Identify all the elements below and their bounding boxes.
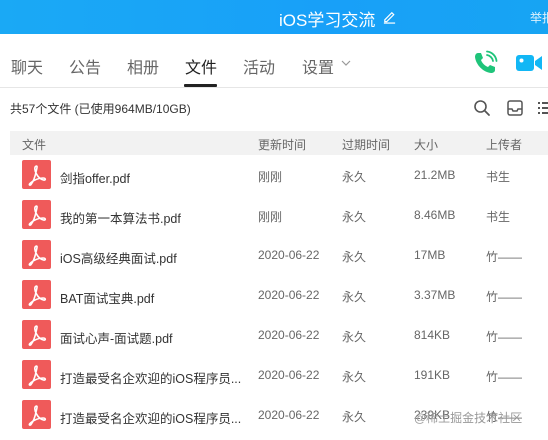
uploader-name[interactable]: 竹—— [486, 288, 522, 305]
phone-icon[interactable] [472, 50, 498, 76]
file-size: 8.46MB [414, 208, 456, 222]
expire-time: 永久 [342, 290, 367, 304]
expire-time: 永久 [342, 210, 367, 224]
file-name[interactable]: BAT面试宝典.pdf [60, 288, 154, 307]
expire-time: 永久 [342, 410, 367, 424]
updated-time: 刚刚 [258, 210, 283, 224]
tab-bar: 聊天 公告 相册 文件 活动 设置 [0, 34, 548, 88]
pdf-file-icon [22, 240, 51, 269]
search-icon[interactable] [473, 99, 491, 117]
uploader-name[interactable]: 书生 [486, 168, 510, 185]
video-camera-icon[interactable] [515, 52, 543, 74]
tab-activity[interactable]: 活动 [243, 54, 275, 78]
tab-files[interactable]: 文件 [185, 54, 217, 78]
tab-settings[interactable]: 设置 [302, 54, 334, 78]
file-size: 17MB [414, 248, 446, 262]
table-row[interactable]: 打造最受名企欢迎的iOS程序员... 2020-06-22 永久 191KB 竹—— [10, 355, 548, 395]
report-link[interactable]: 举报 [530, 9, 548, 26]
updated-time: 2020-06-22 [258, 408, 320, 422]
file-size: 191KB [414, 368, 451, 382]
file-name[interactable]: 面试心声-面试题.pdf [60, 328, 173, 347]
table-row[interactable]: iOS高级经典面试.pdf 2020-06-22 永久 17MB 竹—— [10, 235, 548, 275]
file-name[interactable]: 剑指offer.pdf [60, 168, 130, 187]
pdf-file-icon [22, 320, 51, 349]
column-header-uploader[interactable]: 上传者 [486, 136, 522, 153]
file-name[interactable]: iOS高级经典面试.pdf [60, 248, 177, 267]
pdf-file-icon [22, 280, 51, 309]
file-name[interactable]: 打造最受名企欢迎的iOS程序员... [60, 368, 241, 387]
pdf-file-icon [22, 160, 51, 189]
edit-icon[interactable] [382, 9, 397, 24]
tab-announcement[interactable]: 公告 [69, 54, 101, 78]
chevron-down-icon[interactable] [341, 59, 351, 67]
updated-time: 2020-06-22 [258, 328, 320, 342]
uploader-name[interactable]: 竹—— [486, 368, 522, 385]
uploader-name[interactable]: 书生 [486, 208, 510, 225]
pdf-file-icon [22, 400, 51, 429]
file-name[interactable]: 打造最受名企欢迎的iOS程序员... [60, 408, 241, 427]
file-size: 3.37MB [414, 288, 456, 302]
tab-album[interactable]: 相册 [127, 54, 159, 78]
file-size: 21.2MB [414, 168, 456, 182]
file-name[interactable]: 我的第一本算法书.pdf [60, 208, 181, 227]
column-header-size[interactable]: 大小 [414, 136, 438, 153]
updated-time: 2020-06-22 [258, 248, 320, 262]
list-view-icon[interactable] [538, 100, 548, 116]
expire-time: 永久 [342, 250, 367, 264]
expire-time: 永久 [342, 370, 367, 384]
pdf-file-icon [22, 200, 51, 229]
group-title: iOS学习交流 [279, 11, 376, 30]
watermark: @稀土掘金技术社区 [414, 411, 523, 425]
table-row[interactable]: 剑指offer.pdf 刚刚 永久 21.2MB 书生 [10, 155, 548, 195]
title-bar: iOS学习交流 举报 [0, 0, 548, 34]
table-row[interactable]: 面试心声-面试题.pdf 2020-06-22 永久 814KB 竹—— [10, 315, 548, 355]
column-header-file[interactable]: 文件 [22, 136, 46, 153]
column-header-expires[interactable]: 过期时间 [342, 136, 390, 153]
tab-chat[interactable]: 聊天 [11, 54, 43, 78]
expire-time: 永久 [342, 170, 367, 184]
table-row[interactable]: 我的第一本算法书.pdf 刚刚 永久 8.46MB 书生 [10, 195, 548, 235]
uploader-name[interactable]: 竹—— [486, 328, 522, 345]
table-header: 文件 更新时间 过期时间 大小 上传者 [10, 131, 548, 155]
updated-time: 2020-06-22 [258, 368, 320, 382]
file-size: 814KB [414, 328, 451, 342]
expire-time: 永久 [342, 330, 367, 344]
file-summary: 共57个文件 (已使用964MB/10GB) [10, 102, 191, 116]
pdf-file-icon [22, 360, 51, 389]
updated-time: 2020-06-22 [258, 288, 320, 302]
table-row[interactable]: BAT面试宝典.pdf 2020-06-22 永久 3.37MB 竹—— [10, 275, 548, 315]
column-header-updated[interactable]: 更新时间 [258, 136, 306, 153]
inbox-icon[interactable] [506, 99, 524, 117]
active-tab-indicator [184, 84, 217, 87]
updated-time: 刚刚 [258, 170, 283, 184]
uploader-name[interactable]: 竹—— [486, 248, 522, 265]
